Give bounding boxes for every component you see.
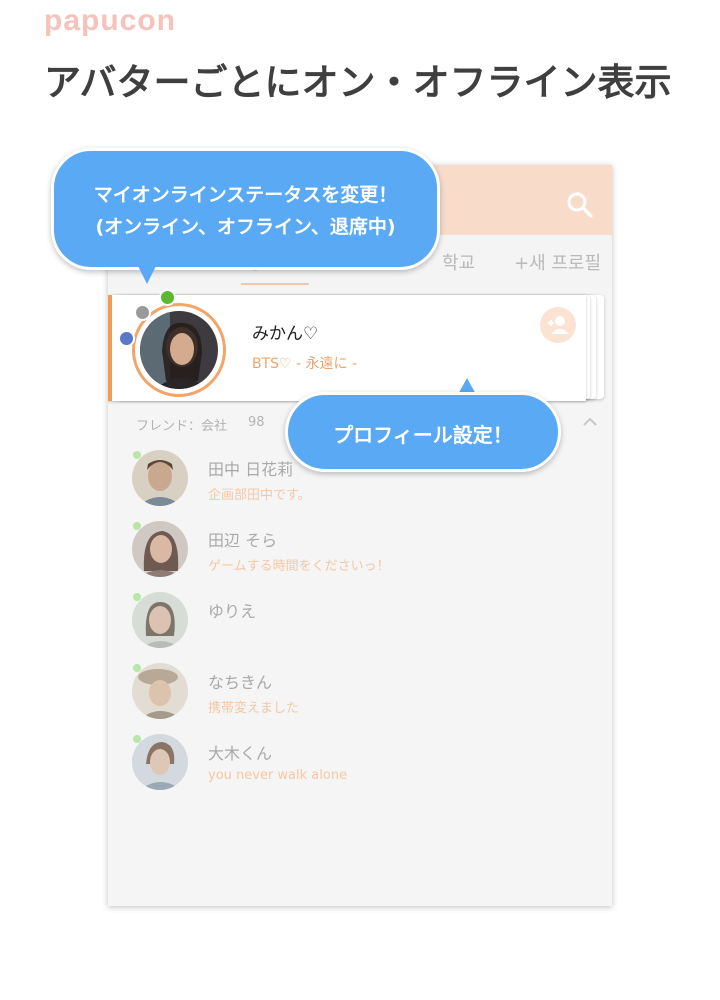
my-profile-name: みかん♡ xyxy=(252,324,319,344)
friend-avatar[interactable] xyxy=(132,521,188,577)
friend-status-message: you never walk alone xyxy=(208,768,348,783)
brand-logo: papucon xyxy=(44,4,176,37)
my-status-message: BTS♡ - 永遠に - xyxy=(252,356,358,372)
online-status-dot xyxy=(133,664,141,672)
tab-new-profile[interactable]: +새 프로필 xyxy=(514,249,601,275)
page-headline: アバターごとにオン・オフライン表示 xyxy=(44,61,672,104)
friend-name: 田中 日花莉 xyxy=(208,460,294,479)
friend-avatar[interactable] xyxy=(132,450,188,506)
tab-school[interactable]: 학교 xyxy=(442,249,475,275)
friend-name: ゆりえ xyxy=(208,602,257,621)
profile-callout-text: プロフィール設定！ xyxy=(333,423,513,447)
friend-avatar[interactable] xyxy=(132,592,188,648)
friend-avatar[interactable] xyxy=(132,663,188,719)
away-status-dot[interactable] xyxy=(118,330,135,347)
friend-avatar[interactable] xyxy=(132,734,188,790)
status-callout-tail xyxy=(136,262,158,284)
friend-group-title[interactable]: フレンド：会社 xyxy=(136,415,227,434)
status-callout-bubble: マイオンラインステータスを変更！ (オンライン、オフライン、退席中) xyxy=(51,148,440,270)
friend-name: 大木くん xyxy=(208,744,273,763)
status-callout-line2: (オンライン、オフライン、退席中) xyxy=(95,216,396,238)
my-profile-card[interactable]: みかん♡ BTS♡ - 永遠に - xyxy=(108,295,586,401)
friend-list-item[interactable]: 田辺 そら ゲームする時間をくださいっ！ xyxy=(108,521,612,591)
friend-name: なちきん xyxy=(208,673,273,692)
online-status-dot xyxy=(133,735,141,743)
add-friend-button[interactable] xyxy=(540,307,576,343)
friend-list-item[interactable]: ゆりえ xyxy=(108,592,612,662)
friend-group-count: 98 xyxy=(248,415,265,430)
my-avatar[interactable] xyxy=(140,311,218,389)
profile-callout-bubble: プロフィール設定！ xyxy=(285,392,561,472)
profile-card-stack: みかん♡ BTS♡ - 永遠に - xyxy=(108,295,608,401)
friend-status-message: ゲームする時間をくださいっ！ xyxy=(208,559,390,574)
status-callout-line1: マイオンラインステータスを変更！ xyxy=(93,184,398,206)
chevron-up-icon[interactable] xyxy=(582,415,598,427)
online-status-dot xyxy=(133,593,141,601)
friend-status-message: 携帯変えました xyxy=(208,701,300,716)
add-person-icon xyxy=(548,316,569,334)
online-status-dot[interactable] xyxy=(159,289,176,306)
online-status-dot xyxy=(133,522,141,530)
friend-list-item[interactable]: 大木くん you never walk alone xyxy=(108,734,612,804)
app-screen: 学 학교 +새 프로필 みかん♡ xyxy=(108,165,612,906)
search-icon[interactable] xyxy=(566,191,594,219)
online-status-dot xyxy=(133,451,141,459)
tab-active-indicator xyxy=(241,283,309,285)
friend-list-item[interactable]: なちきん 携帯変えました xyxy=(108,663,612,733)
friend-name: 田辺 そら xyxy=(208,531,278,550)
offline-status-dot[interactable] xyxy=(134,304,151,321)
friend-status-message: 企画部田中です。 xyxy=(208,488,311,503)
